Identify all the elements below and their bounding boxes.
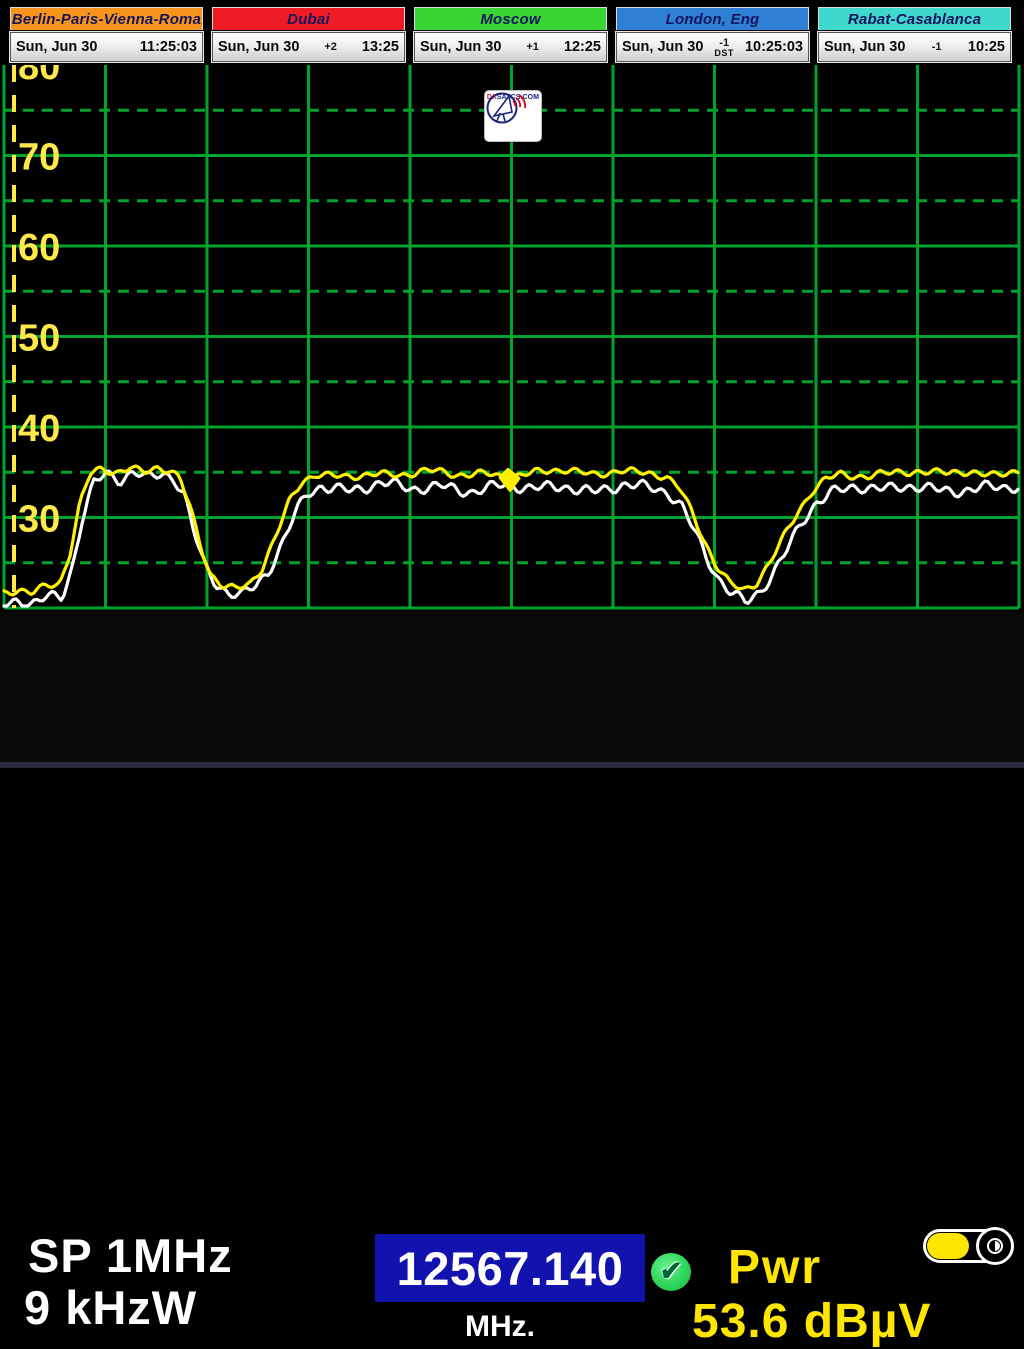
bottom-readout-panel: SP 1MHz 9 kHzW 12567.140 MHz. ✔ Pwr 53.6… [0, 612, 1024, 762]
clock-time: 11:25:03 [140, 39, 197, 55]
power-label: Pwr [728, 1240, 822, 1295]
clock-time-row: Sun, Jun 30 +2 13:25 [212, 32, 405, 62]
world-clock-bar: Berlin-Paris-Vienna-Roma Sun, Jun 30 11:… [0, 0, 1024, 65]
power-toggle[interactable] [923, 1229, 1011, 1263]
clock-time: 10:25 [968, 39, 1005, 55]
spectrum-analyzer-screen: Berlin-Paris-Vienna-Roma Sun, Jun 30 11:… [0, 0, 1024, 768]
svg-text:80: 80 [18, 65, 60, 88]
clock-berlin: Berlin-Paris-Vienna-Roma Sun, Jun 30 11:… [10, 7, 203, 65]
svg-text:40: 40 [18, 408, 60, 450]
bottom-edge-strip [0, 762, 1024, 768]
clock-london: London, Eng Sun, Jun 30 -1 DST 10:25:03 [616, 7, 809, 65]
clock-dubai: Dubai Sun, Jun 30 +2 13:25 [212, 7, 405, 65]
clock-time-row: Sun, Jun 30 -1 DST 10:25:03 [616, 32, 809, 62]
clock-city-label: Moscow [414, 7, 607, 30]
clock-date: Sun, Jun 30 [218, 39, 299, 55]
lock-check-icon: ✔ [651, 1253, 691, 1291]
frequency-display[interactable]: 12567.140 [375, 1234, 645, 1302]
clock-utc-offset: -1 [932, 42, 942, 53]
spectrum-plot: 80 70 60 50 40 30 [0, 65, 1024, 612]
clock-time: 13:25 [362, 39, 399, 55]
frequency-value: 12567.140 [397, 1241, 624, 1296]
clock-city-label: Berlin-Paris-Vienna-Roma [10, 7, 203, 30]
clock-date: Sun, Jun 30 [16, 39, 97, 55]
satellite-dish-icon [485, 91, 529, 127]
power-value: 53.6 dBµV [692, 1294, 931, 1349]
svg-text:50: 50 [18, 318, 60, 360]
toggle-knob[interactable] [927, 1233, 969, 1259]
svg-text:70: 70 [18, 137, 60, 179]
clock-time: 12:25 [564, 39, 601, 55]
clock-city-label: London, Eng [616, 7, 809, 30]
clock-city-label: Rabat-Casablanca [818, 7, 1011, 30]
clock-time: 10:25:03 [745, 39, 803, 55]
frequency-unit: MHz. [375, 1310, 625, 1344]
clock-time-row: Sun, Jun 30 11:25:03 [10, 32, 203, 62]
clock-moscow: Moscow Sun, Jun 30 +1 12:25 [414, 7, 607, 65]
clock-time-row: Sun, Jun 30 +1 12:25 [414, 32, 607, 62]
dxsatcs-logo: DXSATCS.COM [484, 90, 542, 142]
dial-icon[interactable] [976, 1227, 1014, 1265]
clock-time-row: Sun, Jun 30 -1 10:25 [818, 32, 1011, 62]
span-setting: SP 1MHz [28, 1228, 233, 1283]
svg-text:30: 30 [18, 499, 60, 541]
svg-text:60: 60 [18, 227, 60, 269]
clock-dst-label: DST [714, 49, 734, 58]
rbw-setting: 9 kHzW [24, 1280, 197, 1335]
clock-date: Sun, Jun 30 [622, 39, 703, 55]
clock-utc-offset: +1 [526, 42, 539, 53]
clock-utc-offset: +2 [324, 42, 337, 53]
clock-date: Sun, Jun 30 [420, 39, 501, 55]
spectrum-chart: 80 70 60 50 40 30 DXSATCS.COM [0, 65, 1024, 612]
clock-date: Sun, Jun 30 [824, 39, 905, 55]
clock-rabat: Rabat-Casablanca Sun, Jun 30 -1 10:25 [818, 7, 1011, 65]
clock-city-label: Dubai [212, 7, 405, 30]
clock-utc-offset: -1 [719, 38, 729, 49]
